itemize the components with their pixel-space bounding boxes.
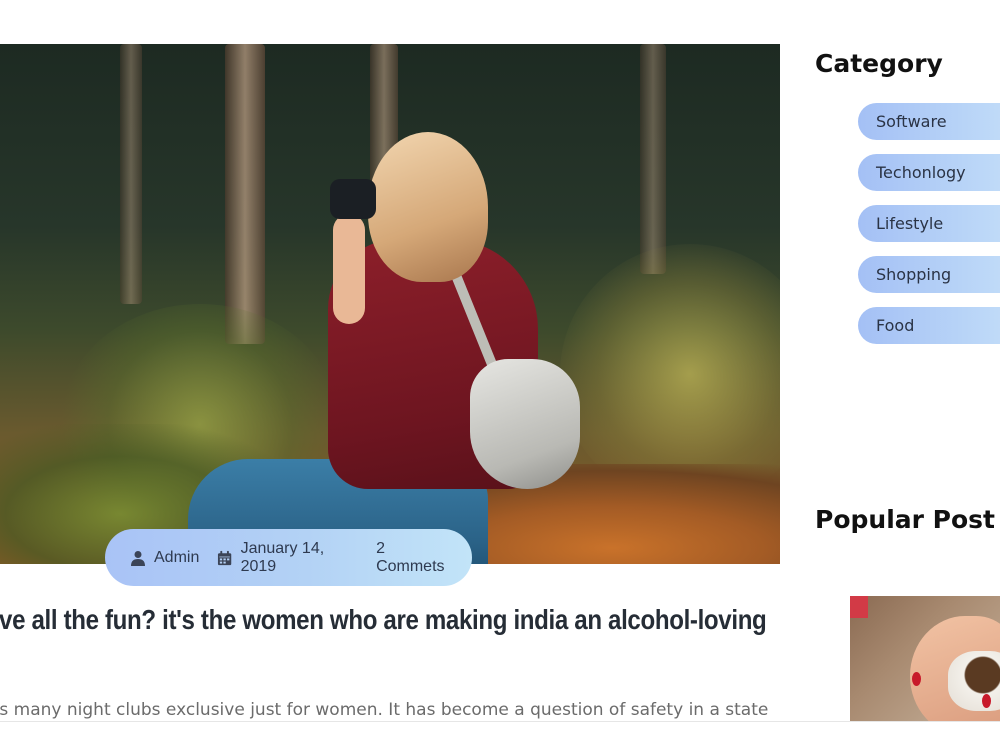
post-author[interactable]: Admin — [130, 549, 199, 567]
category-item-software[interactable]: Software — [858, 103, 1000, 140]
photographer-hair — [368, 132, 488, 282]
post-comments-link[interactable]: 2 Commets — [376, 540, 454, 576]
post-author-name: Admin — [154, 548, 200, 566]
camera — [330, 179, 376, 219]
divider — [0, 721, 1000, 722]
tree-trunk — [120, 44, 142, 304]
blog-page: Admin January 14, 2019 2 Commets ave all… — [0, 0, 1000, 750]
category-heading: Category — [815, 49, 943, 78]
user-icon — [131, 550, 145, 566]
category-item-lifestyle[interactable]: Lifestyle — [858, 205, 1000, 242]
backpack — [470, 359, 580, 489]
post-date[interactable]: January 14, 2019 — [217, 540, 358, 576]
tree-trunk — [225, 44, 265, 344]
post-excerpt: as many night clubs exclusive just for w… — [0, 700, 769, 720]
post-title[interactable]: ave all the fun? it's the women who are … — [0, 604, 767, 636]
category-item-technology[interactable]: Techonlogy — [858, 154, 1000, 191]
featured-image[interactable] — [0, 44, 780, 564]
category-item-food[interactable]: Food — [858, 307, 1000, 344]
post-date-text: January 14, 2019 — [240, 539, 325, 575]
category-item-shopping[interactable]: Shopping — [858, 256, 1000, 293]
post-meta-bar: Admin January 14, 2019 2 Commets — [105, 529, 472, 586]
photographer-arm — [333, 214, 365, 324]
calendar-icon — [218, 550, 232, 565]
fingernail — [912, 672, 921, 686]
thumbnail-accent — [850, 596, 868, 618]
coffee-cup — [948, 651, 1000, 711]
popular-post-heading: Popular Post — [815, 505, 995, 534]
category-list: Software Techonlogy Lifestyle Shopping F… — [858, 103, 1000, 358]
tree-trunk — [640, 44, 666, 274]
fingernail — [982, 694, 991, 708]
popular-post-thumbnail[interactable] — [850, 596, 1000, 721]
